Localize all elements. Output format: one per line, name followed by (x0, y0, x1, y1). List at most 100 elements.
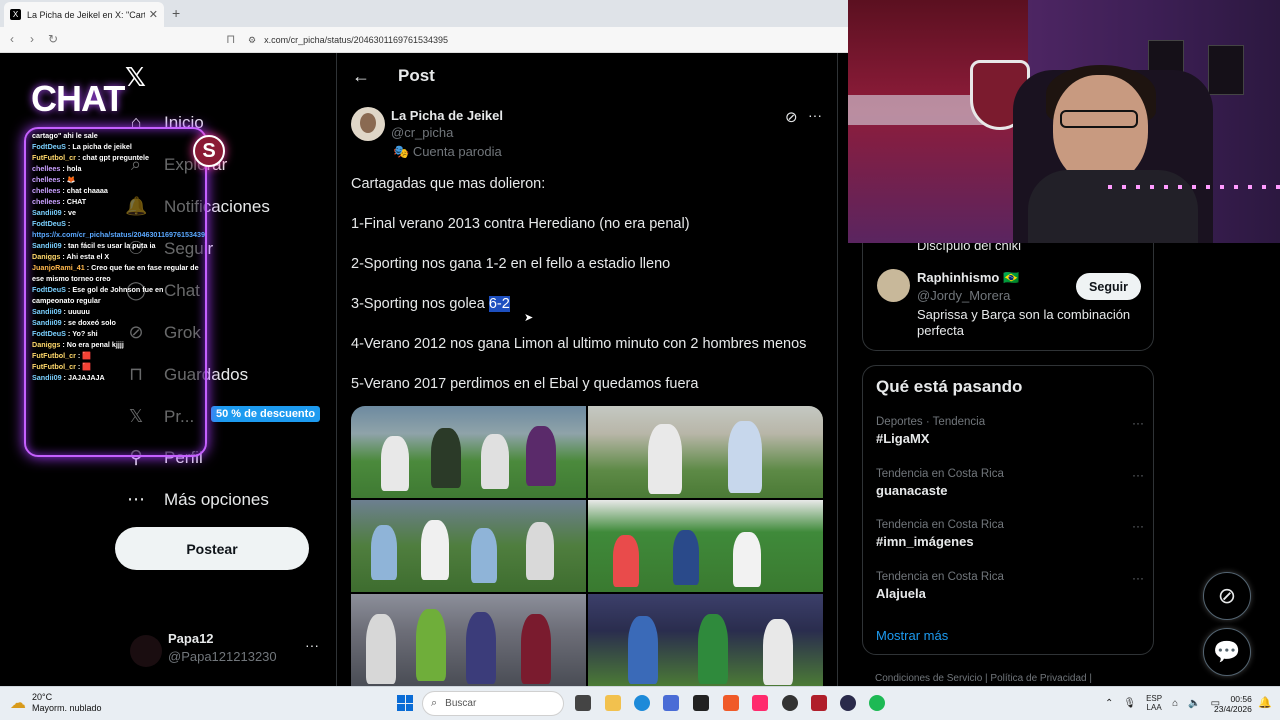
taskbar-search[interactable]: ⌕ Buscar (422, 691, 564, 716)
chat-username: chellees (32, 175, 61, 184)
grok-fab-icon[interactable]: ⊘ (1203, 572, 1251, 620)
chat-username: Daniggs (32, 340, 61, 349)
post-media-grid[interactable] (351, 406, 823, 686)
nav-label: Más opciones (164, 489, 269, 509)
chat-text: ve (67, 208, 76, 217)
account-switcher[interactable]: Papa12 @Papa121213230 ··· (130, 631, 330, 671)
author-handle[interactable]: @cr_picha (391, 125, 453, 140)
trend-context: Tendencia en Costa Rica (876, 571, 1004, 583)
chat-message: FodtDeuS : La picha de jeikel (32, 142, 132, 151)
media-photo[interactable] (351, 500, 586, 592)
chat-message: FutFutbol_cr : 🟥 (32, 351, 92, 360)
url-field[interactable]: ⚙ x.com/cr_picha/status/2046301169761534… (248, 31, 843, 49)
trend-name: #imn_imágenes (876, 534, 974, 549)
suggested-user-name[interactable]: Raphinhismo 🇧🇷 (917, 270, 1019, 286)
chat-message: https://x.com/cr_picha/status/2046301169… (32, 229, 205, 240)
notification-bell-icon[interactable]: 🔔 (1258, 696, 1272, 709)
browser-tab-bar: X La Picha de Jeikel en X: "Cartag ✕ + (0, 0, 848, 27)
account-more-icon[interactable]: ··· (305, 637, 319, 653)
media-photo[interactable] (588, 594, 823, 686)
chat-message: Sandii09 : tan fácil es usar la puta ia (32, 241, 156, 250)
grok-icon[interactable]: ⊘ (785, 108, 798, 126)
post-text: Cartagadas que mas dolieron: (351, 176, 546, 192)
post-text: 2-Sporting nos gana 1-2 en el fello a es… (351, 256, 671, 272)
chat-text: Yo? shi (72, 329, 98, 338)
microphone-icon[interactable]: 🎙 (1123, 698, 1136, 709)
reload-icon[interactable]: ↻ (48, 32, 58, 46)
chat-username: FutFutbol_cr (32, 351, 76, 360)
follow-button[interactable]: Seguir (1076, 273, 1141, 300)
app-icon[interactable] (811, 695, 827, 711)
forward-nav-icon[interactable]: › (30, 32, 34, 46)
post-column: ← Post La Picha de Jeikel @cr_picha 🎭 Cu… (338, 53, 838, 686)
chat-text: chat gpt preguntele (82, 153, 150, 162)
trend-item[interactable]: Tendencia en Costa Rica #imn_imágenes ··· (876, 519, 1144, 549)
spotify-icon[interactable] (869, 695, 885, 711)
edge-icon[interactable] (634, 695, 650, 711)
trend-more-icon[interactable]: ··· (1132, 416, 1144, 430)
chat-username: FodtDeuS (32, 219, 66, 228)
trend-item[interactable]: Tendencia en Costa Rica guanacaste ··· (876, 468, 1144, 498)
back-nav-icon[interactable]: ‹ (10, 32, 14, 46)
footer-links[interactable]: Condiciones de Servicio | Política de Pr… (875, 673, 1092, 684)
app-icon[interactable] (840, 695, 856, 711)
capcut-icon[interactable] (693, 695, 709, 711)
x-logo-icon[interactable]: 𝕏 (125, 62, 146, 93)
tab-close-icon[interactable]: ✕ (149, 8, 158, 21)
bookmark-icon[interactable]: ⊓ (226, 32, 235, 46)
chat-username: FodtDeuS (32, 285, 66, 294)
browser-tab[interactable]: X La Picha de Jeikel en X: "Cartag ✕ (4, 2, 164, 27)
task-view-icon[interactable] (575, 695, 591, 711)
file-explorer-icon[interactable] (605, 695, 621, 711)
back-arrow-icon[interactable]: ← (352, 66, 370, 87)
trend-item[interactable]: Deportes · Tendencia #LigaMX ··· (876, 416, 1144, 446)
post-more-icon[interactable]: ··· (808, 107, 822, 123)
premium-discount-badge[interactable]: 50 % de descuento (211, 406, 321, 422)
new-tab-button[interactable]: + (172, 5, 180, 21)
avatar[interactable] (877, 269, 910, 302)
chat-overlay-title: CHAT (31, 78, 125, 119)
trend-context: Tendencia en Costa Rica (876, 519, 1004, 531)
chat-text: 🦊 (66, 175, 76, 184)
trend-name: Alajuela (876, 586, 926, 601)
obs-icon[interactable] (782, 695, 798, 711)
trend-item[interactable]: Tendencia en Costa Rica Alajuela ··· (876, 571, 1144, 601)
windows-start-icon[interactable] (397, 695, 413, 711)
search-placeholder: Buscar (445, 698, 477, 709)
chat-text: tan fácil es usar la puta ia (67, 241, 156, 250)
chat-username: chellees (32, 197, 61, 206)
author-name[interactable]: La Picha de Jeikel (391, 108, 503, 123)
chat-username: chellees (32, 164, 61, 173)
url-text: x.com/cr_picha/status/204630116976153439… (264, 35, 449, 45)
language-indicator[interactable]: ESP LAA (1146, 694, 1162, 712)
chat-message: cartago" ahi le sale (32, 130, 205, 141)
suggested-user-handle[interactable]: @Jordy_Morera (917, 288, 1010, 303)
show-more-link[interactable]: Mostrar más (876, 628, 948, 643)
chat-username: Sandii09 (32, 307, 62, 316)
messages-fab-icon[interactable]: 💬 (1203, 628, 1251, 676)
author-avatar[interactable] (351, 107, 385, 141)
chat-message: chellees : CHAT (32, 197, 87, 206)
stream-chat-overlay: cartago" ahi le sale FodtDeuS : La picha … (24, 127, 207, 457)
trend-more-icon[interactable]: ··· (1132, 571, 1144, 585)
brave-icon[interactable] (723, 695, 739, 711)
media-photo[interactable] (588, 406, 823, 498)
chat-text: hola (66, 164, 82, 173)
media-photo[interactable] (588, 500, 823, 592)
volume-icon[interactable]: 🔈 (1188, 698, 1200, 709)
weather-widget[interactable]: ☁ 20°C Mayorm. nublado (10, 692, 102, 714)
trend-more-icon[interactable]: ··· (1132, 468, 1144, 482)
chat-message: Sandii09 : JAJAJAJA (32, 373, 105, 382)
clock[interactable]: 00:56 23/4/2026 (1214, 694, 1252, 714)
chat-text: 🟥 (82, 351, 92, 360)
post-button[interactable]: Postear (115, 527, 309, 570)
tray-chevron-icon[interactable]: ⌃ (1105, 698, 1113, 709)
trend-more-icon[interactable]: ··· (1132, 519, 1144, 533)
nav-item-más-opciones[interactable]: ⋯ Más opciones (125, 489, 269, 510)
media-photo[interactable] (351, 406, 586, 498)
store-icon[interactable] (663, 695, 679, 711)
network-icon[interactable]: ⌂ (1172, 698, 1178, 709)
tiktok-icon[interactable] (752, 695, 768, 711)
site-info-icon[interactable]: ⚙ (248, 35, 256, 46)
media-photo[interactable] (351, 594, 586, 686)
